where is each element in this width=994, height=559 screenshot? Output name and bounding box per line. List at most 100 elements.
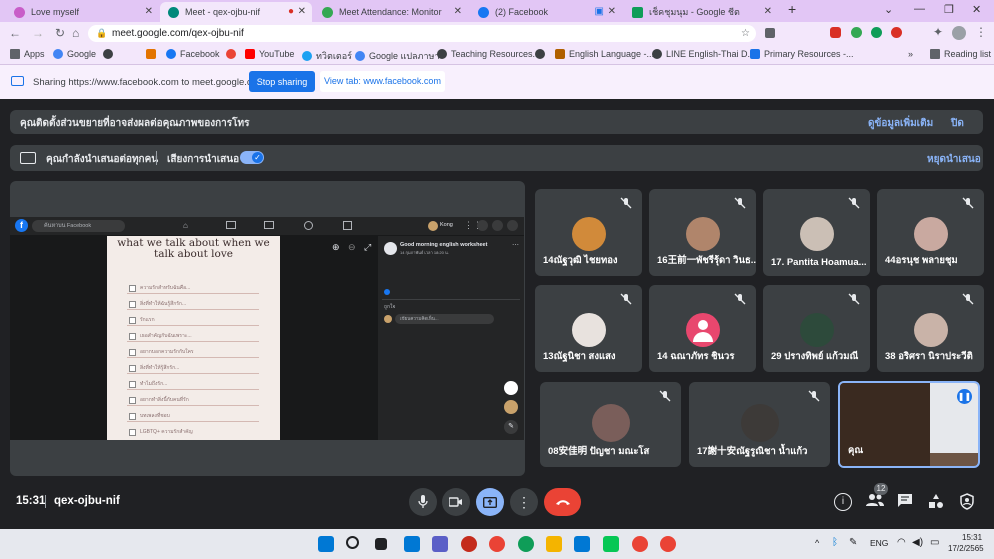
participant-tile[interactable]: 44อรนุช พลายชุม (877, 189, 984, 276)
leave-call-button[interactable] (544, 488, 581, 516)
self-tile[interactable]: ❚❚ คุณ (838, 381, 980, 468)
tab-google-sheets[interactable]: เช็คชุมนุม - Google ชีต ✕ (624, 2, 778, 22)
extension-red-icon[interactable] (830, 27, 841, 38)
bluetooth-icon[interactable]: ᛒ (832, 537, 838, 548)
profile-avatar[interactable] (952, 26, 966, 40)
participant-tile[interactable]: 17. Pantita Hoamua... (763, 189, 870, 276)
reading-list[interactable]: Reading list (930, 49, 991, 59)
search-icon[interactable] (346, 536, 359, 549)
stop-presenting-button[interactable]: หยุดนำเสนอ (927, 152, 981, 167)
tab-meet-attendance[interactable]: Meet Attendance: Monitor ✕ (314, 2, 468, 22)
home-icon[interactable]: ⌂ (72, 26, 79, 40)
zoom-out-icon[interactable]: ⊖ (348, 242, 356, 253)
chat-head-avatar[interactable] (504, 381, 518, 395)
zoom-in-icon[interactable]: ⊕ (332, 242, 340, 253)
view-tab-button[interactable]: View tab: www.facebook.com (320, 71, 445, 92)
bookmark-line[interactable]: LINE English-Thai D... (652, 49, 755, 59)
new-tab-icon[interactable]: + (788, 1, 796, 17)
minimize-icon[interactable]: — (914, 3, 925, 15)
microphone-button[interactable] (409, 488, 437, 516)
maximize-icon[interactable]: ❐ (944, 3, 954, 16)
record-app-icon[interactable] (461, 536, 477, 552)
stop-sharing-button[interactable]: Stop sharing (249, 71, 315, 92)
bookmark-chrome[interactable] (226, 49, 240, 59)
windows-start-icon[interactable] (318, 536, 334, 552)
participant-tile[interactable]: 38 อริศรา นิราประวีติ (877, 285, 984, 372)
groups-icon[interactable] (304, 221, 313, 230)
bookmark-globe[interactable] (103, 49, 117, 59)
forward-icon[interactable]: → (32, 26, 44, 40)
close-window-icon[interactable]: ✕ (972, 3, 981, 16)
post-options-icon[interactable]: ⋯ (512, 241, 519, 249)
bookmark-facebook[interactable]: Facebook (166, 49, 220, 59)
camera-button[interactable] (442, 488, 470, 516)
wifi-icon[interactable]: ◠ (897, 537, 906, 548)
participant-tile[interactable]: 14ณัฐวุฒิ ไชยทอง (535, 189, 642, 276)
bookmark-h[interactable] (146, 49, 160, 59)
like-button[interactable]: ถูกใจ (384, 303, 395, 311)
close-tab-icon[interactable]: ✕ (298, 6, 306, 17)
close-tab-icon[interactable]: ✕ (764, 6, 772, 17)
user-avatar[interactable] (428, 221, 438, 231)
menu-kebab-icon[interactable]: ⋮ (975, 25, 987, 39)
tab-search-icon[interactable]: ⌄ (884, 3, 893, 16)
bookmark-youtube[interactable]: YouTube (245, 49, 294, 59)
address-input[interactable]: 🔒 meet.google.com/qex-ojbu-nif ☆ (88, 25, 756, 42)
chrome-profile-icon[interactable] (632, 536, 648, 552)
tab-meet[interactable]: Meet - qex-ojbu-nif ● ✕ (160, 2, 312, 22)
task-view-icon[interactable] (375, 538, 387, 550)
close-tab-icon[interactable]: ✕ (145, 6, 153, 17)
edge-icon[interactable] (518, 536, 534, 552)
participant-tile[interactable]: 29 ปรางทิพย์ แก้วมณี (763, 285, 870, 372)
watch-icon[interactable] (226, 221, 236, 229)
participant-tile[interactable]: 17謝十安ณัฐรูณิชา น้ำแก้ว (689, 382, 830, 467)
bookmark-apps[interactable]: Apps (10, 49, 45, 59)
tab-facebook[interactable]: (2) Facebook ▣ ✕ (470, 2, 622, 22)
bookmark-google[interactable]: Google (53, 49, 96, 59)
bookmark-english[interactable]: English Language -... (555, 49, 654, 59)
close-banner-button[interactable]: ปิด (951, 116, 964, 131)
people-button[interactable]: 12 (866, 483, 888, 511)
meeting-details-icon[interactable]: i (834, 493, 852, 511)
extension-green-icon[interactable] (851, 27, 862, 38)
tab-love-myself[interactable]: Love myself ✕ (6, 2, 159, 22)
file-explorer-icon[interactable] (546, 536, 562, 552)
clock-time[interactable]: 15:31 (962, 533, 982, 542)
close-tab-icon[interactable]: ✕ (608, 6, 616, 17)
widgets-icon[interactable] (404, 536, 420, 552)
teams-chat-icon[interactable] (432, 536, 448, 552)
facebook-search-input[interactable]: ค้นหาบน Facebook (32, 220, 125, 232)
close-tab-icon[interactable]: ✕ (454, 6, 462, 17)
chrome-icon[interactable] (489, 536, 505, 552)
extensions-puzzle-icon[interactable]: ✦ (933, 25, 943, 39)
chat-button[interactable] (897, 493, 915, 511)
cast-icon[interactable] (765, 28, 775, 38)
participant-tile[interactable]: 08安佳明 ปัญชา มณะโส (540, 382, 681, 467)
clock-date[interactable]: 17/2/2565 (948, 544, 984, 553)
more-options-button[interactable]: ⋮ (510, 488, 538, 516)
back-icon[interactable]: ← (9, 26, 21, 40)
reload-icon[interactable]: ↻ (55, 26, 65, 40)
notifications-icon[interactable] (492, 220, 503, 231)
learn-more-link[interactable]: ดูข้อมูลเพิ่มเติม (868, 116, 933, 131)
messenger-icon[interactable] (477, 220, 488, 231)
bookmark-teaching[interactable]: Teaching Resources... (437, 49, 540, 59)
extension-o-icon[interactable] (891, 27, 902, 38)
show-hidden-icons[interactable]: ^ (815, 538, 819, 548)
pen-icon[interactable]: ✎ (849, 537, 857, 548)
comment-input[interactable]: เขียนความคิดเห็น... (395, 314, 494, 324)
line-icon[interactable] (603, 536, 619, 552)
battery-icon[interactable]: ▭ (930, 537, 939, 548)
bookmark-primary[interactable]: Primary Resources -... (750, 49, 854, 59)
fullscreen-icon[interactable]: ⤢ (364, 242, 371, 253)
new-message-icon[interactable]: ✎ (504, 420, 518, 434)
extension-grammar-icon[interactable] (871, 27, 882, 38)
gaming-icon[interactable] (343, 221, 352, 230)
volume-icon[interactable]: ◀) (912, 537, 923, 548)
host-controls-button[interactable] (959, 493, 977, 511)
bookmark-twitter[interactable]: ทวิตเตอร์ (302, 49, 352, 63)
bookmark-translate[interactable]: Google แปลภาษา (355, 49, 440, 63)
account-menu-icon[interactable] (507, 220, 518, 231)
input-language[interactable]: ENG (870, 538, 888, 548)
participant-tile[interactable]: 13ณัฐนิชา สงแสง (535, 285, 642, 372)
